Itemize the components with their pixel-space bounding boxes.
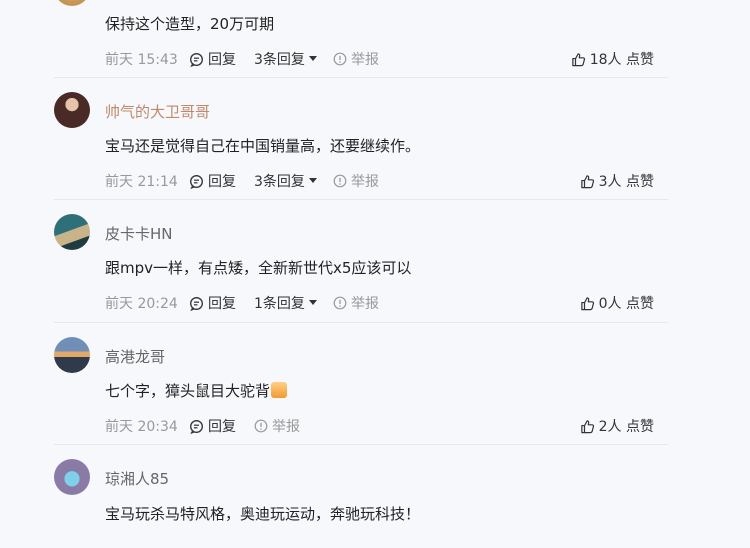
comment-item: 皮卡卡HN 跟mpv一样，有点矮，全新新世代x5应该可以 前天 20:24 回复… (54, 214, 668, 314)
report-icon (333, 296, 347, 310)
report-icon (333, 52, 347, 66)
report-button[interactable]: 举报 (254, 416, 300, 436)
caret-down-icon (308, 178, 317, 184)
comment-meta: 前天 15:43 回复 3条回复 举报 18人 点赞 (105, 49, 654, 69)
comment-meta: 前天 21:14 回复 3条回复 举报 3人 点赞 (105, 171, 654, 191)
thumbs-up-emoji (271, 382, 288, 398)
replies-toggle[interactable]: 3条回复 (254, 49, 317, 69)
user-name[interactable]: 皮卡卡HN (105, 223, 173, 244)
replies-count: 3条回复 (254, 52, 305, 68)
report-label: 举报 (272, 419, 300, 435)
user-name[interactable]: 琼湘人85 (105, 468, 169, 489)
like-icon (571, 52, 586, 67)
report-label: 举报 (351, 296, 379, 312)
comment-time: 前天 20:34 (105, 419, 178, 435)
report-label: 举报 (351, 174, 379, 190)
comment-time: 前天 20:24 (105, 296, 178, 312)
comment-meta: 前天 20:24 回复 1条回复 举报 0人 点赞 (105, 293, 654, 313)
like-count: 2人 点赞 (598, 419, 654, 435)
like-count: 18人 点赞 (589, 52, 654, 68)
divider (54, 199, 668, 200)
like-icon (580, 174, 595, 189)
caret-down-icon (308, 300, 317, 306)
report-icon (333, 174, 347, 188)
replies-count: 1条回复 (254, 296, 305, 312)
divider (54, 77, 668, 78)
report-button[interactable]: 举报 (333, 171, 379, 191)
avatar[interactable] (54, 337, 90, 373)
avatar[interactable] (54, 0, 90, 6)
divider (54, 444, 668, 445)
comment-item: 帅气的大卫哥哥 宝马还是觉得自己在中国销量高，还要继续作。 前天 21:14 回… (54, 92, 668, 192)
reply-button[interactable]: 回复 (189, 49, 236, 69)
like-button[interactable]: 18人 点赞 (571, 49, 654, 69)
avatar[interactable] (54, 459, 90, 495)
like-button[interactable]: 2人 点赞 (580, 416, 654, 436)
comment-time: 前天 15:43 (105, 52, 178, 68)
like-button[interactable]: 0人 点赞 (580, 293, 654, 313)
reply-label: 回复 (208, 174, 236, 190)
report-icon (254, 419, 268, 433)
divider (54, 322, 668, 323)
comment-text: 保持这个造型，20万可期 (105, 15, 275, 33)
replies-toggle[interactable]: 1条回复 (254, 293, 317, 313)
reply-label: 回复 (208, 52, 236, 68)
avatar[interactable] (54, 214, 90, 250)
comment-text: 七个字，獐头鼠目大驼背 (105, 380, 288, 401)
reply-button[interactable]: 回复 (189, 416, 236, 436)
like-icon (580, 296, 595, 311)
reply-icon (189, 174, 204, 189)
comment-text: 宝马玩杀马特风格，奥迪玩运动，奔驰玩科技！ (105, 505, 421, 523)
report-label: 举报 (351, 52, 379, 68)
reply-button[interactable]: 回复 (189, 293, 236, 313)
replies-count: 3条回复 (254, 174, 305, 190)
reply-icon (189, 52, 204, 67)
reply-label: 回复 (208, 419, 236, 435)
comment-text: 跟mpv一样，有点矮，全新新世代x5应该可以 (105, 259, 412, 277)
like-button[interactable]: 3人 点赞 (580, 171, 654, 191)
comment-item: 保持这个造型，20万可期 前天 15:43 回复 3条回复 举报 18人 点赞 (54, 0, 668, 78)
report-button[interactable]: 举报 (333, 293, 379, 313)
replies-toggle[interactable]: 3条回复 (254, 171, 317, 191)
user-name[interactable]: 帅气的大卫哥哥 (105, 101, 210, 122)
caret-down-icon (308, 56, 317, 62)
reply-icon (189, 419, 204, 434)
comment-item: 琼湘人85 宝马玩杀马特风格，奥迪玩运动，奔驰玩科技！ (54, 459, 668, 548)
like-count: 0人 点赞 (598, 296, 654, 312)
reply-label: 回复 (208, 296, 236, 312)
comment-time: 前天 21:14 (105, 174, 178, 190)
user-name[interactable]: 高港龙哥 (105, 346, 165, 367)
comment-meta: 前天 20:34 回复 举报 2人 点赞 (105, 416, 654, 436)
comment-text: 宝马还是觉得自己在中国销量高，还要继续作。 (105, 137, 421, 155)
avatar[interactable] (54, 92, 90, 128)
like-count: 3人 点赞 (598, 174, 654, 190)
comment-item: 高港龙哥 七个字，獐头鼠目大驼背 前天 20:34 回复 举报 2人 点赞 (54, 337, 668, 437)
reply-icon (189, 296, 204, 311)
report-button[interactable]: 举报 (333, 49, 379, 69)
like-icon (580, 419, 595, 434)
reply-button[interactable]: 回复 (189, 171, 236, 191)
comment-text-content: 七个字，獐头鼠目大驼背 (105, 382, 271, 400)
